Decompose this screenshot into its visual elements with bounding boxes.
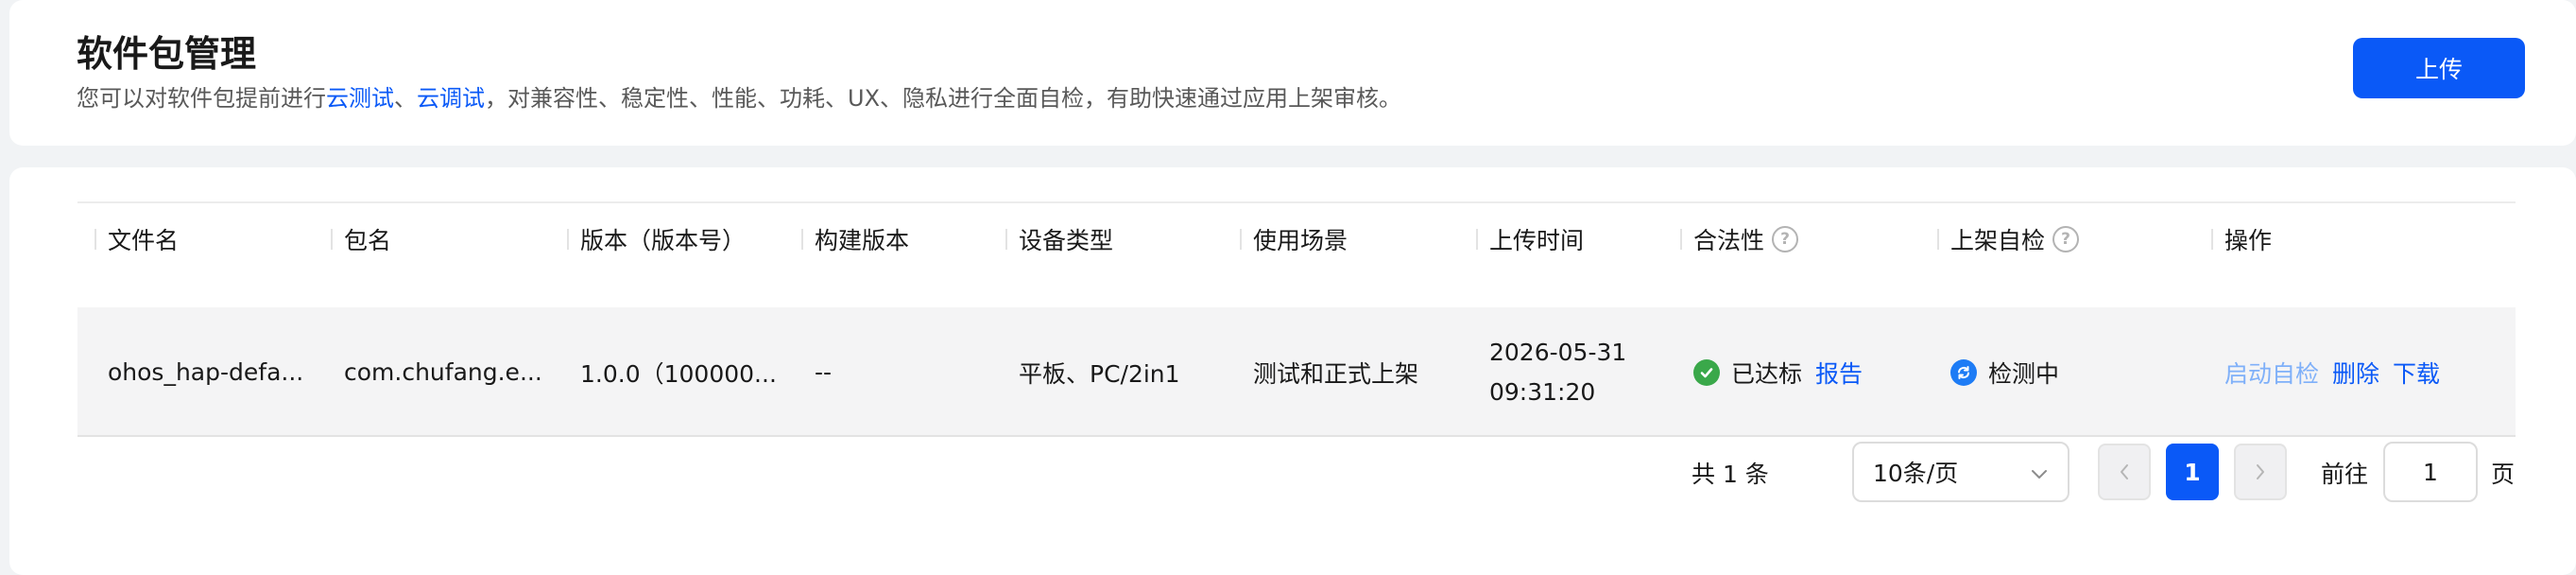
cloud-debug-link[interactable]: 云调试	[417, 85, 485, 112]
column-header-file-name: 文件名	[94, 203, 179, 274]
goto-suffix: 页	[2491, 461, 2516, 488]
column-header-self-check: 上架自检 ?	[1936, 203, 2080, 274]
delete-button[interactable]: 删除	[2332, 356, 2379, 390]
next-page-button[interactable]	[2234, 444, 2287, 500]
package-table-card: 文件名 包名 版本（版本号） 构建版本 设备类型 使用场景 上传时间 合法性 ?…	[9, 167, 2576, 575]
goto-label: 前往	[2321, 461, 2369, 488]
sync-icon	[1950, 358, 1977, 386]
cell-scenario: 测试和正式上架	[1253, 359, 1419, 388]
page-number-current[interactable]: 1	[2166, 444, 2219, 500]
column-header-version: 版本（版本号）	[566, 203, 746, 274]
upload-time: 09:31:20	[1489, 377, 1596, 406]
cell-file-name: ohos_hap-defa...	[108, 358, 304, 386]
description-suffix: ，对兼容性、稳定性、性能、功耗、UX、隐私进行全面自检，有助快速通过应用上架审核…	[485, 85, 1402, 112]
upload-button[interactable]: 上传	[2353, 38, 2525, 98]
description-separator: 、	[394, 85, 417, 112]
goto-page-input[interactable]	[2383, 442, 2478, 502]
start-self-check-button[interactable]: 启动自检	[2224, 356, 2319, 390]
cell-version: 1.0.0（100000...	[580, 359, 777, 388]
chevron-right-icon	[2255, 459, 2266, 486]
self-check-help-icon[interactable]: ?	[2052, 225, 2080, 253]
cell-actions: 启动自检 删除 下载	[2224, 307, 2453, 437]
table-row: ohos_hap-defa... com.chufang.e... 1.0.0（…	[77, 307, 2516, 437]
legality-header-label: 合法性	[1693, 226, 1765, 254]
description-text: 您可以对软件包提前进行	[77, 85, 326, 112]
cell-legality: 已达标 报告	[1693, 307, 1863, 437]
column-header-upload-time: 上传时间	[1475, 203, 1584, 274]
legality-status: 已达标	[1731, 359, 1803, 388]
cloud-test-link[interactable]: 云测试	[326, 85, 394, 112]
chevron-down-icon	[2030, 459, 2049, 486]
check-circle-icon	[1693, 358, 1720, 386]
page-title: 软件包管理	[77, 33, 257, 75]
column-header-device-type: 设备类型	[1005, 203, 1113, 274]
page-size-value: 10条/页	[1873, 460, 1959, 487]
page-size-select[interactable]: 10条/页	[1852, 442, 2069, 502]
cell-package-name: com.chufang.e...	[344, 358, 542, 386]
header-card: 软件包管理 您可以对软件包提前进行云测试、云调试，对兼容性、稳定性、性能、功耗、…	[9, 0, 2576, 146]
prev-page-button[interactable]	[2098, 444, 2151, 500]
download-button[interactable]: 下载	[2393, 356, 2440, 390]
column-header-legality: 合法性 ?	[1679, 203, 1799, 274]
legality-help-icon[interactable]: ?	[1772, 225, 1799, 253]
cell-upload-time: 2026-05-31 09:31:20	[1489, 307, 1626, 437]
page-description: 您可以对软件包提前进行云测试、云调试，对兼容性、稳定性、性能、功耗、UX、隐私进…	[77, 79, 1401, 113]
cell-device-type: 平板、PC/2in1	[1019, 359, 1180, 388]
column-header-actions: 操作	[2210, 203, 2272, 274]
cell-build-version: --	[815, 358, 833, 386]
column-header-package-name: 包名	[330, 203, 391, 274]
self-check-status: 检测中	[1988, 359, 2060, 388]
total-count: 共 1 条	[1692, 461, 1769, 488]
self-check-header-label: 上架自检	[1950, 226, 2046, 254]
upload-date: 2026-05-31	[1489, 338, 1627, 366]
cell-self-check: 检测中	[1950, 307, 2059, 437]
column-header-scenario: 使用场景	[1239, 203, 1348, 274]
chevron-left-icon	[2119, 459, 2130, 486]
column-header-build-version: 构建版本	[800, 203, 909, 274]
report-link[interactable]: 报告	[1815, 356, 1863, 390]
table-header: 文件名 包名 版本（版本号） 构建版本 设备类型 使用场景 上传时间 合法性 ?…	[77, 203, 2516, 274]
